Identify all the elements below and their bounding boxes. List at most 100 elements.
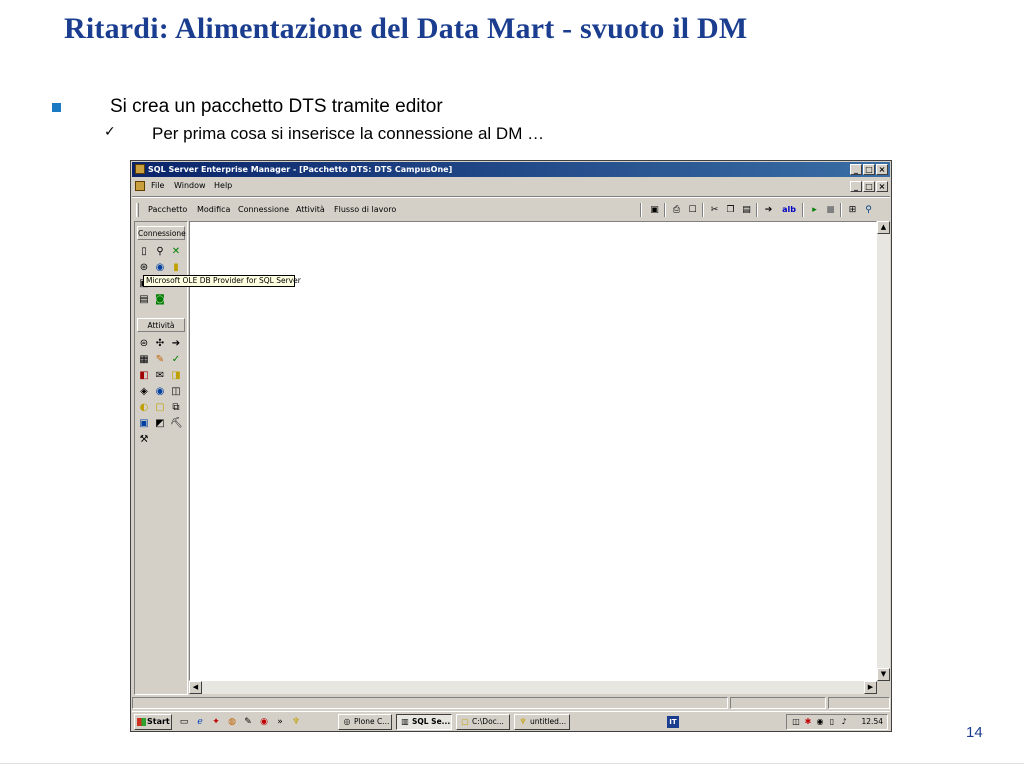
- minimize-button[interactable]: _: [850, 164, 862, 175]
- message-queue-task-icon[interactable]: ◉: [154, 386, 166, 398]
- object-palette: Connessione ▯ ⚲ ✕ ⊛ ◉ ▮ ▣ ▤ ◙ Attività ⊜…: [134, 221, 188, 695]
- scroll-left-icon[interactable]: ◀: [189, 681, 202, 694]
- transfer-task-icon[interactable]: ⊜: [138, 338, 150, 350]
- access-connection-icon[interactable]: ◉: [154, 262, 166, 274]
- print-icon[interactable]: ⎙: [670, 204, 683, 216]
- maximize-button[interactable]: □: [863, 164, 875, 175]
- data-driven-query-icon[interactable]: ✓: [170, 354, 182, 366]
- mdi-close-button[interactable]: ×: [876, 181, 888, 192]
- vertical-scrollbar[interactable]: ▲ ▼: [877, 221, 890, 681]
- security-icon[interactable]: ◉: [815, 717, 825, 727]
- odbc-connection-icon[interactable]: ◙: [154, 294, 166, 306]
- firefox-icon[interactable]: ◍: [226, 716, 238, 728]
- activex-script-task-icon[interactable]: ✎: [154, 354, 166, 366]
- ole-db-connection-icon[interactable]: ⚲: [154, 246, 166, 258]
- scroll-right-icon[interactable]: ▶: [864, 681, 877, 694]
- menu-flusso-di-lavoro[interactable]: Flusso di lavoro: [334, 201, 396, 219]
- task-label: untitled...: [530, 717, 567, 726]
- package-design-canvas[interactable]: [189, 221, 877, 681]
- sql-task-icon[interactable]: ▣: [138, 418, 150, 430]
- save-icon[interactable]: ▣: [648, 204, 661, 216]
- file-transfer-icon[interactable]: ◐: [138, 402, 150, 414]
- toolbar-separator: [664, 203, 666, 217]
- dynamic-properties-icon[interactable]: ◫: [170, 386, 182, 398]
- copy-icon[interactable]: ❐: [724, 204, 737, 216]
- paint-icon[interactable]: ♆: [290, 716, 302, 728]
- toolbar-separator: [802, 203, 804, 217]
- folder-icon: ▢: [461, 717, 469, 726]
- task-label: Plone C...: [354, 717, 390, 726]
- bulk-insert-task-icon[interactable]: ▦: [138, 354, 150, 366]
- text-file-connection-icon[interactable]: ▯: [138, 246, 150, 258]
- zoom-icon[interactable]: ⚲: [862, 204, 875, 216]
- menu-window[interactable]: Window: [174, 178, 206, 194]
- package-task-icon[interactable]: ⧉: [170, 402, 182, 414]
- connection-palette-header[interactable]: Connessione: [137, 226, 186, 240]
- app-icon: [135, 164, 145, 174]
- run-icon[interactable]: ▸: [808, 204, 821, 216]
- system-tray: IT ◫ ✱ ◉ ▯ ♪ 12.54: [667, 714, 888, 730]
- properties-icon[interactable]: ☐: [686, 204, 699, 216]
- task-untitled[interactable]: ♆ untitled...: [514, 714, 570, 730]
- align-icon[interactable]: alb: [780, 204, 798, 216]
- paste-icon[interactable]: ▤: [740, 204, 753, 216]
- quicklaunch-more-icon[interactable]: »: [274, 716, 286, 728]
- task-sql-server[interactable]: ▥ SQL Se...: [396, 714, 452, 730]
- toolbar-separator: [702, 203, 704, 217]
- mdi-restore-button[interactable]: □: [863, 181, 875, 192]
- media-icon[interactable]: ◉: [258, 716, 270, 728]
- html-connection-icon[interactable]: ▤: [138, 294, 150, 306]
- database-connection-icon[interactable]: ▮: [170, 262, 182, 274]
- tasks-palette-header[interactable]: Attività: [137, 318, 185, 332]
- window-titlebar[interactable]: SQL Server Enterprise Manager - [Pacchet…: [132, 162, 890, 177]
- close-button[interactable]: ×: [876, 164, 888, 175]
- menu-connessione[interactable]: Connessione: [238, 201, 289, 219]
- transfer-db-task-icon[interactable]: ◨: [170, 370, 182, 382]
- send-mail-task-icon[interactable]: ✉: [154, 370, 166, 382]
- horizontal-scrollbar[interactable]: ◀ ▶: [189, 681, 877, 694]
- custom-task-icon[interactable]: ⚒: [138, 434, 150, 446]
- excel-connection-icon[interactable]: ✕: [170, 246, 182, 258]
- menu-file[interactable]: File: [151, 178, 164, 194]
- copy-objects-task-icon[interactable]: ◧: [138, 370, 150, 382]
- sql-server-connection-icon[interactable]: ⊛: [138, 262, 150, 274]
- language-indicator[interactable]: IT: [667, 716, 679, 728]
- analysis-task-icon[interactable]: ◈: [138, 386, 150, 398]
- mining-task-icon[interactable]: ⛏: [170, 418, 183, 430]
- execute-process-task-icon[interactable]: ➔: [170, 338, 182, 350]
- package-toolbar: Pacchetto Modifica Connessione Attività …: [132, 201, 890, 219]
- scroll-down-icon[interactable]: ▼: [877, 668, 890, 681]
- volume-icon[interactable]: ♪: [839, 717, 849, 727]
- device-icon[interactable]: ▯: [827, 717, 837, 727]
- layout-icon[interactable]: ⊞: [846, 204, 859, 216]
- menu-pacchetto[interactable]: Pacchetto: [148, 201, 187, 219]
- antivirus-icon[interactable]: ✱: [803, 717, 813, 727]
- start-label: Start: [147, 717, 170, 726]
- transform-task-icon[interactable]: ◩: [154, 418, 166, 430]
- menu-help[interactable]: Help: [214, 178, 232, 194]
- desktop-icon[interactable]: ▭: [178, 716, 190, 728]
- cut-icon[interactable]: ✂: [708, 204, 721, 216]
- task-documents[interactable]: ▢ C:\Doc...: [456, 714, 510, 730]
- mdi-minimize-button[interactable]: _: [850, 181, 862, 192]
- toolbar-grip[interactable]: [136, 203, 139, 217]
- menu-separator: [132, 196, 890, 198]
- paint-icon: ♆: [519, 717, 527, 726]
- network-icon[interactable]: ◫: [791, 717, 801, 727]
- toolbar-separator: [640, 203, 642, 217]
- menu-modifica[interactable]: Modifica: [197, 201, 230, 219]
- checkmark-icon: ✓: [104, 124, 116, 140]
- internet-explorer-icon[interactable]: ℯ: [194, 716, 206, 728]
- document-icon[interactable]: [135, 181, 145, 191]
- toolbar-separator: [756, 203, 758, 217]
- acrobat-icon[interactable]: ✦: [210, 716, 222, 728]
- execute-icon[interactable]: ➔: [762, 204, 775, 216]
- start-button[interactable]: Start: [134, 714, 172, 730]
- folder-task-icon[interactable]: ▢: [154, 402, 166, 414]
- task-plone[interactable]: ◎ Plone C...: [338, 714, 392, 730]
- ftp-task-icon[interactable]: ✣: [154, 338, 166, 350]
- scroll-up-icon[interactable]: ▲: [877, 221, 890, 234]
- menu-attivita[interactable]: Attività: [296, 201, 325, 219]
- notepad-icon[interactable]: ✎: [242, 716, 254, 728]
- stop-icon[interactable]: ■: [824, 204, 837, 216]
